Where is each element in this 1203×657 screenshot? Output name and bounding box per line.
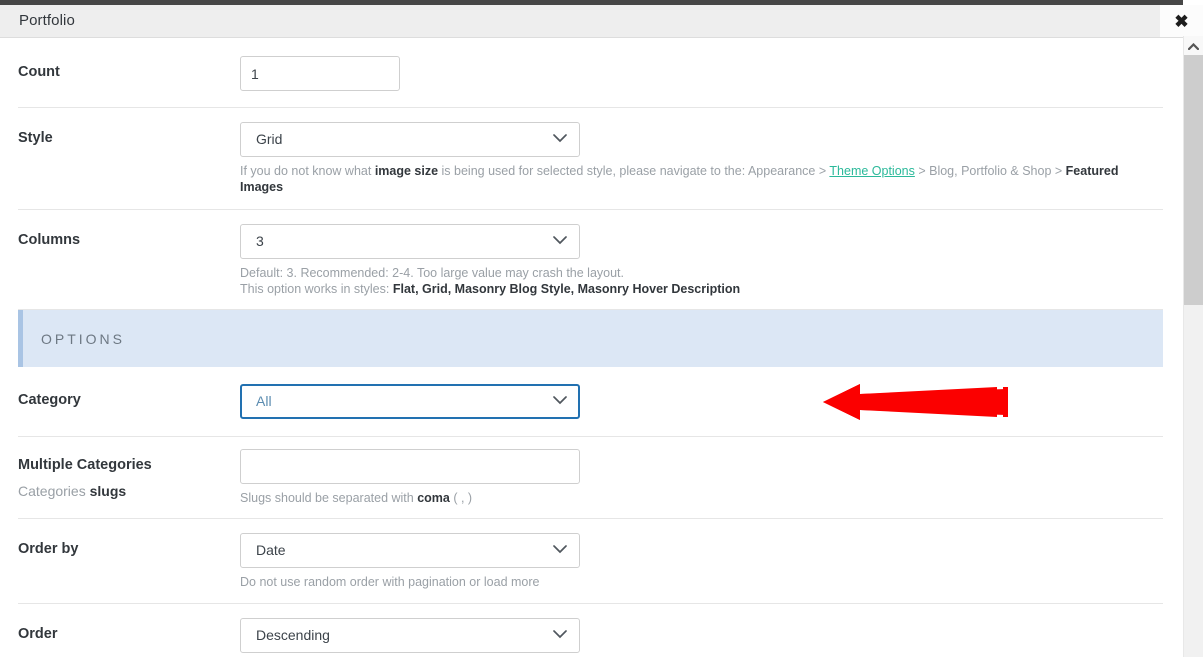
close-icon: ✖ [1174,12,1189,31]
columns-help-line2-prefix: This option works in styles: [240,282,393,296]
theme-options-link[interactable]: Theme Options [829,164,914,178]
order-by-select[interactable]: Date [240,533,580,568]
scrollbar-up-button[interactable] [1184,36,1203,55]
row-order: Order Descending [18,604,1163,657]
count-input[interactable] [240,56,400,91]
vertical-scrollbar[interactable] [1183,36,1203,657]
columns-help-line2: This option works in styles: Flat, Grid,… [240,281,1163,297]
order-select[interactable]: Descending [240,618,580,653]
label-col-category: Category [18,384,240,409]
multiple-categories-label: Multiple Categories [18,457,152,473]
order-by-select-value: Date [240,533,580,568]
row-multiple-categories: Multiple Categories Categories slugs Slu… [18,437,1163,519]
field-col-style: Grid If you do not know what image size … [240,122,1163,195]
category-label: Category [18,392,81,408]
multiple-categories-sublabel: Categories slugs [18,482,240,500]
row-style: Style Grid If you do not know what image… [18,108,1163,210]
order-by-help-text: Do not use random order with pagination … [240,575,540,589]
count-label: Count [18,64,60,80]
portfolio-settings-modal: Portfolio ✖ Count Style [0,0,1203,657]
modal-header: Portfolio [0,5,1160,38]
columns-select[interactable]: 3 [240,224,580,259]
columns-help-line1: Default: 3. Recommended: 2-4. Too large … [240,266,625,280]
style-help-bold-image-size: image size [374,164,439,178]
section-title-options: OPTIONS [41,330,126,347]
multiple-categories-help-prefix: Slugs should be separated with [240,491,418,505]
style-help-text: If you do not know what image size is be… [240,163,1163,195]
columns-select-value: 3 [240,224,580,259]
style-select-value: Grid [240,122,580,157]
style-label: Style [18,130,53,146]
field-col-order: Descending [240,618,1163,653]
field-col-columns: 3 Default: 3. Recommended: 2-4. Too larg… [240,224,1163,297]
row-columns: Columns 3 Default: 3. Recommended: 2-4. … [18,210,1163,310]
multiple-categories-input[interactable] [240,449,580,484]
label-col-multiple-categories: Multiple Categories Categories slugs [18,449,240,500]
close-button[interactable]: ✖ [1160,5,1203,38]
field-col-multiple-categories: Slugs should be separated with coma ( , … [240,449,1163,506]
label-col-order: Order [18,618,240,643]
row-category: Category All [18,367,1163,437]
order-by-label: Order by [18,541,79,557]
multiple-categories-help-suffix: ( , ) [449,491,473,505]
field-col-category: All [240,384,1163,420]
multiple-categories-help-bold: coma [417,491,450,505]
style-help-mid: is being used for selected style, please… [438,164,830,178]
label-col-count: Count [18,56,240,81]
label-col-style: Style [18,122,240,147]
field-col-count [240,56,1163,91]
settings-scroll-area: Count Style Grid [0,39,1180,657]
row-count: Count [18,39,1163,108]
category-select-value: All [240,384,580,419]
style-help-mid2: > Blog, Portfolio & Shop > [914,164,1066,178]
row-order-by: Order by Date Do not use random order wi… [18,519,1163,604]
multiple-categories-sublabel-prefix: Categories [18,483,90,499]
chevron-up-icon [1187,37,1200,55]
label-col-columns: Columns [18,224,240,249]
field-col-order-by: Date Do not use random order with pagina… [240,533,1163,590]
red-left-arrow-icon [823,381,1008,428]
scrollbar-thumb[interactable] [1184,55,1203,305]
category-select[interactable]: All [240,384,580,419]
order-label: Order [18,626,58,642]
multiple-categories-help-text: Slugs should be separated with coma ( , … [240,490,1163,506]
columns-help-line2-styles: Flat, Grid, Masonry Blog Style, Masonry … [392,282,741,296]
section-header-options: OPTIONS [18,310,1163,367]
multiple-categories-sublabel-bold: slugs [89,483,127,499]
page-title: Portfolio [19,12,75,29]
style-help-prefix: If you do not know what [240,164,375,178]
label-col-order-by: Order by [18,533,240,558]
order-select-value: Descending [240,618,580,653]
style-select[interactable]: Grid [240,122,580,157]
columns-label: Columns [18,232,81,248]
